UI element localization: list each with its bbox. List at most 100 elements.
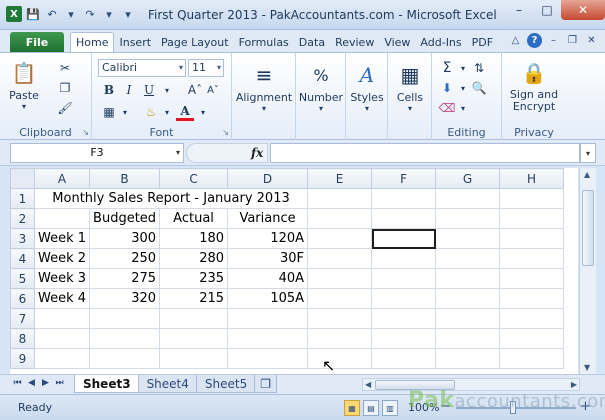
cell[interactable] <box>371 348 437 369</box>
cell[interactable] <box>435 248 501 269</box>
cells-button[interactable]: ▦ Cells ▾ <box>390 59 430 113</box>
cell[interactable] <box>499 308 565 329</box>
cell[interactable] <box>371 248 437 269</box>
cell[interactable] <box>33 308 91 329</box>
expand-formula-bar-icon[interactable]: ▾ <box>580 143 596 163</box>
actual-cell[interactable]: 235 <box>159 268 229 289</box>
actual-cell[interactable]: 280 <box>159 248 229 269</box>
sheet-tab-sheet5[interactable]: Sheet5 <box>195 375 257 393</box>
tab-view[interactable]: View <box>379 32 415 52</box>
maximize-button[interactable]: □ <box>533 0 561 20</box>
cell[interactable] <box>159 328 229 349</box>
cell[interactable] <box>371 288 437 309</box>
cell[interactable] <box>499 268 565 289</box>
redo-icon[interactable]: ↷ <box>82 6 98 22</box>
page-break-view-icon[interactable]: ▥ <box>382 400 398 416</box>
cell[interactable] <box>89 348 161 369</box>
font-launcher-icon[interactable]: ↘ <box>222 128 229 137</box>
borders-dropdown-icon[interactable]: ▾ <box>116 103 134 121</box>
column-header[interactable]: B <box>89 168 161 189</box>
header-cell-variance[interactable]: Variance <box>227 208 309 229</box>
last-sheet-icon[interactable]: ⏭ <box>54 378 65 388</box>
underline-button[interactable]: U <box>140 81 158 99</box>
font-size-select[interactable]: 11 ▾ <box>188 59 224 77</box>
styles-button[interactable]: A Styles ▾ <box>347 59 387 113</box>
workbook-minimize-icon[interactable]: – <box>546 33 561 48</box>
cell[interactable] <box>89 328 161 349</box>
variance-cell[interactable]: 105A <box>227 288 309 309</box>
cell[interactable] <box>371 208 437 229</box>
tab-file[interactable]: File <box>10 32 64 52</box>
cell[interactable] <box>499 248 565 269</box>
cell[interactable] <box>435 268 501 289</box>
format-painter-icon[interactable]: 🖌 <box>56 99 74 117</box>
scroll-up-icon[interactable]: ▲ <box>584 170 590 179</box>
row-header[interactable]: 5 <box>10 268 35 289</box>
cell[interactable] <box>435 188 501 209</box>
bold-button[interactable]: B <box>100 81 118 99</box>
fill-color-dropdown-icon[interactable]: ▾ <box>158 103 176 121</box>
cell[interactable] <box>33 328 91 349</box>
week-label-cell[interactable]: Week 1 <box>33 228 91 249</box>
row-header[interactable]: 2 <box>10 208 35 229</box>
week-label-cell[interactable]: Week 4 <box>33 288 91 309</box>
column-header[interactable]: H <box>499 168 565 189</box>
first-sheet-icon[interactable]: ⏮ <box>12 378 23 388</box>
column-header[interactable]: D <box>227 168 309 189</box>
header-cell-budgeted[interactable]: Budgeted <box>89 208 161 229</box>
cell[interactable] <box>159 348 229 369</box>
decrease-font-icon[interactable]: Aˇ <box>204 81 222 99</box>
row-header[interactable]: 3 <box>10 228 35 249</box>
cell[interactable] <box>435 328 501 349</box>
cell[interactable] <box>435 308 501 329</box>
variance-cell[interactable]: 30F <box>227 248 309 269</box>
cell[interactable] <box>307 248 373 269</box>
variance-cell[interactable]: 120A <box>227 228 309 249</box>
cell[interactable] <box>499 208 565 229</box>
row-header[interactable]: 1 <box>10 188 35 209</box>
cell[interactable] <box>371 308 437 329</box>
column-header[interactable]: A <box>33 168 91 189</box>
cell[interactable] <box>227 308 309 329</box>
tab-add-ins[interactable]: Add-Ins <box>415 32 466 52</box>
name-box[interactable]: F3 ▾ <box>10 143 184 163</box>
cell[interactable] <box>33 348 91 369</box>
budgeted-cell[interactable]: 250 <box>89 248 161 269</box>
tab-insert[interactable]: Insert <box>114 32 156 52</box>
cell[interactable] <box>307 288 373 309</box>
close-button[interactable]: ✕ <box>561 0 605 20</box>
clear-dropdown-icon[interactable]: ▾ <box>454 99 472 117</box>
column-header[interactable]: G <box>435 168 501 189</box>
font-color-icon[interactable]: A <box>176 103 194 121</box>
copy-icon[interactable]: ❐ <box>56 79 74 97</box>
cell[interactable] <box>499 188 565 209</box>
insert-sheet-icon[interactable]: ❐ <box>254 375 277 393</box>
tab-data[interactable]: Data <box>294 32 330 52</box>
tab-review[interactable]: Review <box>330 32 379 52</box>
clipboard-launcher-icon[interactable]: ↘ <box>82 128 89 137</box>
customize-qat-icon[interactable]: ▾ <box>120 6 136 22</box>
page-layout-view-icon[interactable]: ▤ <box>363 400 379 416</box>
row-header[interactable]: 7 <box>10 308 35 329</box>
cell[interactable] <box>499 288 565 309</box>
undo-dropdown-icon[interactable]: ▾ <box>63 6 79 22</box>
tab-page-layout[interactable]: Page Layout <box>156 32 234 52</box>
cell[interactable] <box>307 208 373 229</box>
cell[interactable] <box>435 228 501 249</box>
normal-view-icon[interactable]: ▦ <box>344 400 360 416</box>
vertical-scroll-thumb[interactable] <box>582 190 594 266</box>
report-title-cell[interactable]: Monthly Sales Report - January 2013 <box>33 188 309 209</box>
excel-app-icon[interactable]: X <box>6 6 22 22</box>
cell[interactable] <box>371 328 437 349</box>
workbook-close-icon[interactable]: ✕ <box>584 33 599 48</box>
variance-cell[interactable]: 40A <box>227 268 309 289</box>
column-header[interactable]: F <box>371 168 437 189</box>
budgeted-cell[interactable]: 320 <box>89 288 161 309</box>
sheet-tab-sheet3[interactable]: Sheet3 <box>74 375 140 393</box>
budgeted-cell[interactable]: 300 <box>89 228 161 249</box>
cell[interactable] <box>499 228 565 249</box>
cell[interactable] <box>307 348 373 369</box>
insert-function-icon[interactable]: fx <box>251 146 263 160</box>
row-header[interactable]: 8 <box>10 328 35 349</box>
number-button[interactable]: % Number ▾ <box>298 59 344 114</box>
